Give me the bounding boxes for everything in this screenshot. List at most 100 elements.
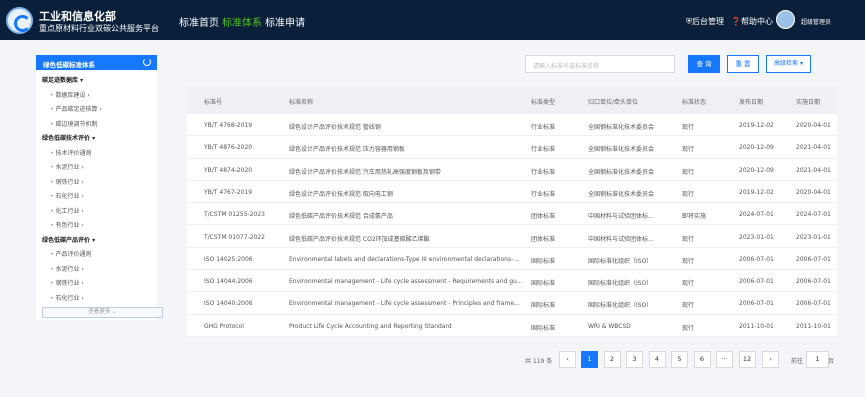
sidebar-item[interactable]: • 技术评价通则 <box>50 148 91 157</box>
table-cell: 国际标准化组织（ISO） <box>588 302 653 310</box>
table-cell: 团体标准 <box>531 213 556 221</box>
table-cell: WRI & WBCSD <box>588 322 631 330</box>
col-header: 标准状态 <box>682 99 707 106</box>
table-cell: 国际标准 <box>531 257 556 265</box>
table-cell: 绿色设计产品评价技术规范 取向电工钢 <box>289 190 393 198</box>
table-row[interactable]: YB/T 4768-2019 绿色设计产品评价技术规范 管线钢 行业标准 全国钢标准化… <box>187 114 837 137</box>
sidebar-item[interactable]: • 水泥行业 › <box>50 264 84 273</box>
table-row[interactable]: T/CSTM 01255-2023 绿色低碳产品评价技术规范 合成氨产品 团体标准 中… <box>187 203 837 226</box>
table-row[interactable]: ISO 14040:2006 Environmental management -… <box>187 292 837 315</box>
search-input[interactable]: 请输入标准号或标准名称 <box>525 55 675 73</box>
page-button[interactable]: 3 <box>626 351 643 368</box>
table-row[interactable]: YB/T 4876-2020 绿色设计产品评价技术规范 压力容器用钢板 行业标准 全国… <box>187 136 837 159</box>
page-button[interactable]: 2 <box>603 351 621 368</box>
table-cell: Environmental management - Life cycle as… <box>289 300 520 308</box>
table-cell: 国际标准 <box>531 302 556 310</box>
table-cell: 2006-07-01 <box>796 255 831 263</box>
query-button[interactable]: 查 询 <box>688 55 720 73</box>
col-header: 标准类型 <box>531 99 556 106</box>
table-cell: 国际标准化组织（ISO） <box>588 280 653 288</box>
goto-unit: 页 <box>828 358 835 365</box>
next-page-button[interactable]: › <box>762 351 779 368</box>
table-cell: T/CSTM 01255-2023 <box>204 211 265 219</box>
nav-standards-system[interactable]: 标准体系 <box>222 14 262 29</box>
table-cell: GHG Protocol <box>204 322 244 330</box>
table-cell: 现行 <box>682 280 695 288</box>
table-row[interactable]: ISO 14044:2006 Environmental management -… <box>187 270 837 293</box>
table-cell: 现行 <box>682 190 695 198</box>
sidebar-item[interactable]: • 钢铁行业 › <box>50 278 84 287</box>
page-button[interactable]: 6 <box>693 351 711 368</box>
page-button[interactable]: 1 <box>581 351 598 368</box>
prev-page-button[interactable]: ‹ <box>559 351 576 368</box>
table-cell: 现行 <box>682 324 695 332</box>
sidebar-group[interactable]: 绿色低碳产品评价 ▾ <box>42 235 95 244</box>
category-sidebar: 绿色低碳标准体系 碳足迹数据库 ▾ • 数据库建设 › • 产品碳足迹核算 › • 碳… <box>36 55 157 320</box>
col-header: 实施日期 <box>796 99 821 106</box>
goto-page-input[interactable]: 1 <box>806 351 829 368</box>
table-header: 标准号 标准名称 标准类型 归口单位/牵头单位 标准状态 发布日期 实施日期 <box>187 87 837 114</box>
sidebar-item[interactable]: • 产品碳足迹核算 › <box>50 104 102 113</box>
reset-button[interactable]: 重 置 <box>727 55 759 73</box>
table-cell: 国际标准化组织（ISO） <box>588 257 653 265</box>
sidebar-item[interactable]: • 水泥行业 › <box>50 162 84 171</box>
table-cell: ISO 14025:2006 <box>204 255 253 263</box>
table-cell: 即将实施 <box>682 213 707 221</box>
sidebar-group[interactable]: 绿色低碳技术评价 ▾ <box>42 133 95 142</box>
table-cell: Product Life Cycle Accounting and Report… <box>289 322 452 330</box>
page-button[interactable]: ··· <box>716 351 733 368</box>
sidebar-item[interactable]: • 产品评价通则 <box>50 249 91 258</box>
nav-standards-apply[interactable]: 标准申请 <box>265 14 305 29</box>
table-cell: 绿色设计产品评价技术规范 管线钢 <box>289 124 381 131</box>
page-button[interactable]: 5 <box>671 351 688 368</box>
table-row[interactable]: T/CSTM 01077-2022 绿色低碳产品评价技术规范 CO2环加成基碳酸乙… <box>187 226 837 248</box>
table-cell: ISO 14040:2006 <box>204 300 253 308</box>
sidebar-item[interactable]: • 化工行业 › <box>50 206 84 215</box>
table-row[interactable]: YB/T 4767-2019 绿色设计产品评价技术规范 取向电工钢 行业标准 全国钢标… <box>187 181 837 204</box>
refresh-icon[interactable] <box>143 58 151 66</box>
sidebar-item[interactable]: • 数据库建设 › <box>50 90 90 99</box>
page-button[interactable]: 12 <box>738 351 756 368</box>
username[interactable]: 超级管理员 <box>801 17 831 26</box>
sidebar-item[interactable]: • 石化行业 › <box>50 191 84 200</box>
table-cell: 行业标准 <box>531 146 556 154</box>
col-header: 发布日期 <box>739 99 764 106</box>
sidebar-item[interactable]: • 石化行业 › <box>50 293 84 302</box>
table-row[interactable]: YB/T 4874-2020 绿色设计产品评价技术规范 汽车用热轧高强度钢板及钢带… <box>187 159 837 181</box>
table-cell: 2020-12-09 <box>739 144 774 152</box>
table-cell: 2006-07-01 <box>796 278 831 286</box>
table-cell: 行业标准 <box>531 124 556 131</box>
table-cell: 现行 <box>682 168 695 176</box>
table-cell: 现行 <box>682 302 695 310</box>
table-cell: 2011-10-01 <box>739 322 774 330</box>
advanced-search-button[interactable]: 高级检索 ▾ <box>766 55 811 73</box>
table-cell: Environmental labels and declarations-Ty… <box>289 255 519 263</box>
help-link[interactable]: ❓帮助中心 <box>731 16 773 27</box>
page-button[interactable]: 4 <box>648 351 666 368</box>
goto-label: 前往 <box>791 358 804 365</box>
table-cell: 全国钢标准化技术委员会 <box>588 168 655 176</box>
table-row[interactable]: GHG Protocol Product Life Cycle Accountin… <box>187 315 837 337</box>
table-cell: 国际标准 <box>531 324 556 332</box>
sidebar-item[interactable]: • 有色行业 › <box>50 220 84 229</box>
table-cell: 中国材料与试验团体标... <box>588 213 654 221</box>
avatar[interactable] <box>776 10 795 29</box>
sidebar-group[interactable]: 碳足迹数据库 ▾ <box>42 75 83 84</box>
table-cell: 现行 <box>682 124 695 131</box>
sidebar-item[interactable]: • 钢铁行业 › <box>50 177 84 186</box>
col-header: 归口单位/牵头单位 <box>588 99 639 106</box>
nav-standards-home[interactable]: 标准首页 <box>179 14 219 29</box>
admin-link[interactable]: ⛨后台管理 <box>686 16 724 27</box>
table-cell: 2006-07-01 <box>739 300 774 308</box>
show-more-button[interactable]: 查看更多 ⌄ <box>42 307 163 318</box>
sidebar-item[interactable]: • 碳边境调节机制 <box>50 119 97 128</box>
table-cell: 绿色低碳产品评价技术规范 合成氨产品 <box>289 213 393 221</box>
table-cell: 行业标准 <box>531 190 556 198</box>
table-cell: 中国材料与试验团体标... <box>588 235 654 243</box>
table-cell: 绿色设计产品评价技术规范 汽车用热轧高强度钢板及钢带 <box>289 168 441 176</box>
table-cell: YB/T 4876-2020 <box>204 144 253 152</box>
table-row[interactable]: ISO 14025:2006 Environmental labels and d… <box>187 248 837 271</box>
table-cell: 全国钢标准化技术委员会 <box>588 190 655 198</box>
table-cell: 2023-01-01 <box>796 233 831 241</box>
table-cell: 行业标准 <box>531 168 556 176</box>
